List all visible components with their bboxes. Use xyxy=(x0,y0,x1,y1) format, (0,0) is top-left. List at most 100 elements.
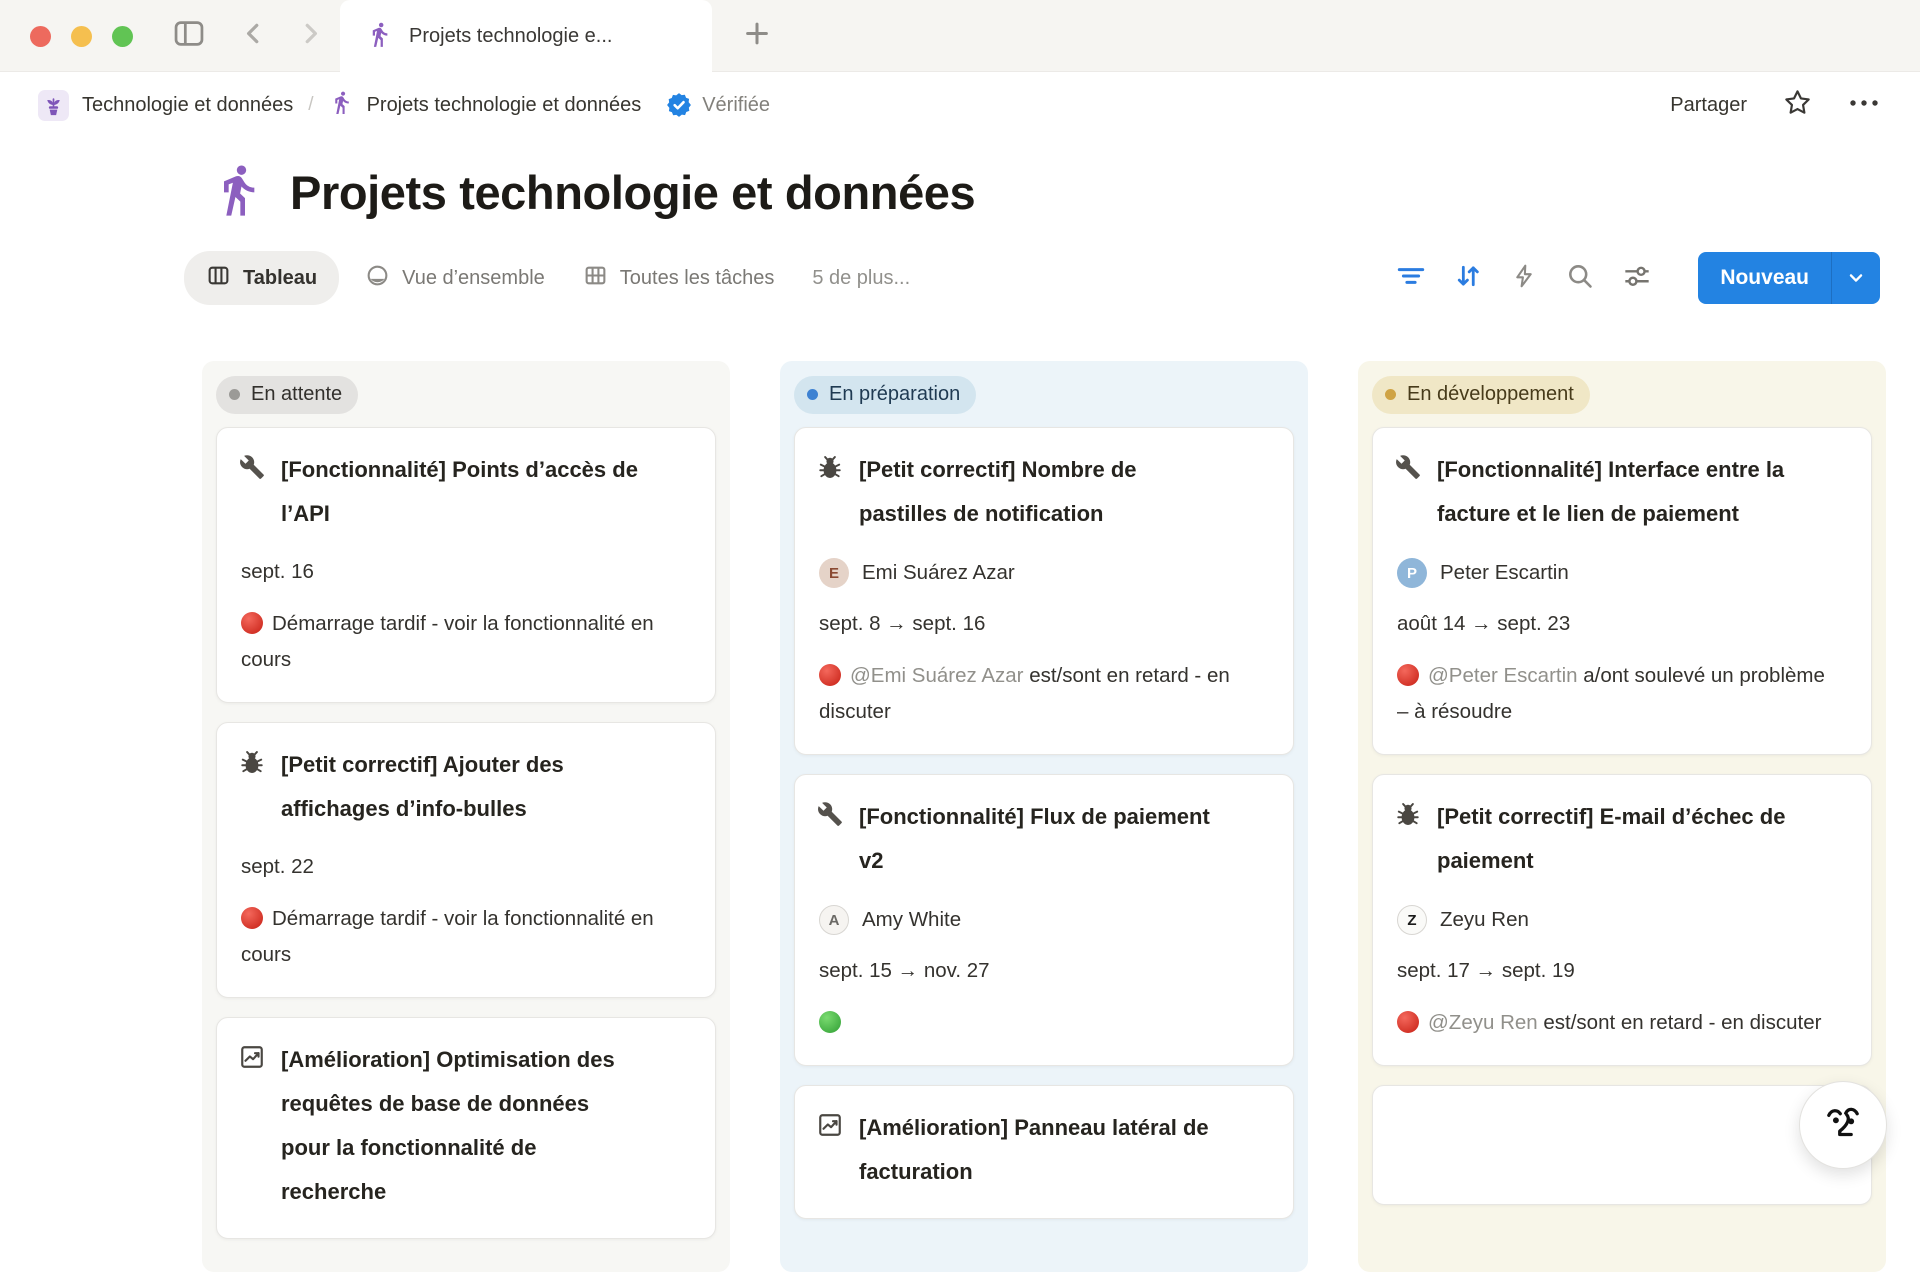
bug-icon xyxy=(817,454,843,536)
chart-increasing-icon xyxy=(239,1044,265,1214)
card-title: [Amélioration] Panneau latéral de factur… xyxy=(859,1106,1217,1194)
back-icon[interactable] xyxy=(238,18,268,53)
assignee-name: Peter Escartin xyxy=(1440,561,1569,585)
tab-vue-densemble-label: Vue d’ensemble xyxy=(402,267,545,290)
chevron-down-icon[interactable] xyxy=(1832,252,1880,304)
card-title: [Amélioration] Optimisation des requêtes… xyxy=(281,1038,639,1214)
card-title: [Fonctionnalité] Points d’accès de l’API xyxy=(281,448,639,536)
bug-icon xyxy=(239,749,265,831)
column-status-pill[interactable]: En développement xyxy=(1372,376,1590,414)
page-title: Projets technologie et données xyxy=(290,165,975,220)
close-window-icon[interactable] xyxy=(30,26,51,47)
card[interactable]: [Petit correctif] E-mail d’échec de paie… xyxy=(1372,774,1872,1066)
card-status-note: @Zeyu Ren est/sont en retard - en discut… xyxy=(1395,1005,1827,1041)
column-en-preparation: En préparation [Petit correctif] Nombre … xyxy=(780,361,1308,1272)
card-title: [Petit correctif] Nombre de pastilles de… xyxy=(859,448,1217,536)
red-circle-icon xyxy=(1397,1011,1419,1033)
verified-label: Vérifiée xyxy=(702,94,770,117)
view-settings-icon[interactable] xyxy=(1623,262,1651,295)
zap-icon[interactable] xyxy=(1511,262,1537,295)
mention: @Peter Escartin xyxy=(1428,664,1578,687)
tab-more-views[interactable]: 5 de plus... xyxy=(812,267,910,290)
new-tab-icon[interactable] xyxy=(742,18,772,53)
card-date: sept. 22 xyxy=(239,855,693,879)
card-assignee: Z Zeyu Ren xyxy=(1395,905,1849,935)
red-circle-icon xyxy=(241,907,263,929)
green-circle-icon xyxy=(819,1011,841,1033)
table-icon xyxy=(583,263,608,293)
status-dot-icon xyxy=(229,389,240,400)
mention: @Zeyu Ren xyxy=(1428,1011,1538,1034)
filter-icon[interactable] xyxy=(1397,262,1425,295)
tab-toutes-les-taches-label: Toutes les tâches xyxy=(620,267,775,290)
status-dot-icon xyxy=(807,389,818,400)
card[interactable]: [Petit correctif] Nombre de pastilles de… xyxy=(794,427,1294,755)
zoom-window-icon[interactable] xyxy=(112,26,133,47)
window-chrome: Projets technologie e... xyxy=(0,0,1920,72)
card-date: sept. 16 xyxy=(239,560,693,584)
breadcrumb-teamspace[interactable]: Technologie et données xyxy=(82,94,293,117)
new-button[interactable]: Nouveau xyxy=(1698,252,1880,304)
wrench-icon xyxy=(1395,454,1421,536)
tab-vue-densemble[interactable]: Vue d’ensemble xyxy=(365,263,545,293)
forward-icon[interactable] xyxy=(296,18,326,53)
runner-icon xyxy=(366,21,393,53)
column-status-pill[interactable]: En attente xyxy=(216,376,358,414)
card-title: [Petit correctif] E-mail d’échec de paie… xyxy=(1437,795,1795,883)
avatar: A xyxy=(819,905,849,935)
tab-title: Projets technologie e... xyxy=(409,25,612,48)
minimize-window-icon[interactable] xyxy=(71,26,92,47)
title-row: Projets technologie et données xyxy=(210,162,1920,223)
page-header: Technologie et données / Projets technol… xyxy=(0,72,1920,138)
new-button-label[interactable]: Nouveau xyxy=(1698,252,1831,304)
card-title: [Petit correctif] Ajouter des affichages… xyxy=(281,743,639,831)
card[interactable]: [Fonctionnalité] Interface entre la fact… xyxy=(1372,427,1872,755)
card[interactable]: [Fonctionnalité] Flux de paiement v2 A A… xyxy=(794,774,1294,1066)
share-button[interactable]: Partager xyxy=(1670,94,1747,117)
search-icon[interactable] xyxy=(1566,262,1594,295)
wrench-icon xyxy=(239,454,265,536)
notion-ai-button[interactable] xyxy=(1799,1081,1887,1169)
card-status-note: Démarrage tardif - voir la fonctionnalit… xyxy=(239,606,671,678)
sidebar-toggle-icon[interactable] xyxy=(172,18,206,53)
tab-tableau[interactable]: Tableau xyxy=(184,251,339,305)
wrench-icon xyxy=(817,801,843,883)
avatar: P xyxy=(1397,558,1427,588)
board-icon xyxy=(206,263,231,293)
column-en-attente: En attente [Fonctionnalité] Points d’acc… xyxy=(202,361,730,1272)
card-title: [Fonctionnalité] Flux de paiement v2 xyxy=(859,795,1217,883)
browser-tab[interactable]: Projets technologie e... xyxy=(340,0,712,73)
teamspace-plant-icon[interactable] xyxy=(38,90,69,121)
card-date: août 14 → sept. 23 xyxy=(1395,612,1849,636)
card[interactable]: [Amélioration] Optimisation des requêtes… xyxy=(216,1017,716,1239)
bug-icon xyxy=(1395,801,1421,883)
avatar: Z xyxy=(1397,905,1427,935)
red-circle-icon xyxy=(241,612,263,634)
sort-icon[interactable] xyxy=(1454,262,1482,295)
page-runner-icon[interactable] xyxy=(210,162,266,223)
card[interactable]: [Petit correctif] Ajouter des affichages… xyxy=(216,722,716,998)
card[interactable]: [Fonctionnalité] Points d’accès de l’API… xyxy=(216,427,716,703)
breadcrumb-page[interactable]: Projets technologie et données xyxy=(367,94,642,117)
card-date: sept. 17 → sept. 19 xyxy=(1395,959,1849,983)
verified-badge[interactable]: Vérifiée xyxy=(666,92,770,118)
avatar: E xyxy=(819,558,849,588)
traffic-lights xyxy=(30,26,133,47)
card-status-note xyxy=(817,1005,1249,1041)
column-label: En développement xyxy=(1407,383,1574,406)
red-circle-icon xyxy=(819,664,841,686)
card[interactable]: [Amélioration] Panneau latéral de factur… xyxy=(794,1085,1294,1219)
favorite-star-icon[interactable] xyxy=(1783,88,1812,122)
views-toolbar: Tableau Vue d’ensemble Toutes les tâches… xyxy=(184,251,1880,305)
tab-more-views-label: 5 de plus... xyxy=(812,267,910,290)
column-status-pill[interactable]: En préparation xyxy=(794,376,976,414)
card-assignee: P Peter Escartin xyxy=(1395,558,1849,588)
tab-toutes-les-taches[interactable]: Toutes les tâches xyxy=(583,263,775,293)
card-assignee: A Amy White xyxy=(817,905,1271,935)
card-date: sept. 8 → sept. 16 xyxy=(817,612,1271,636)
more-options-icon[interactable] xyxy=(1848,96,1880,114)
chart-increasing-icon xyxy=(817,1112,843,1194)
card-partial[interactable] xyxy=(1372,1085,1872,1205)
card-title: [Fonctionnalité] Interface entre la fact… xyxy=(1437,448,1795,536)
toolbar-icons: Nouveau xyxy=(1397,252,1880,304)
